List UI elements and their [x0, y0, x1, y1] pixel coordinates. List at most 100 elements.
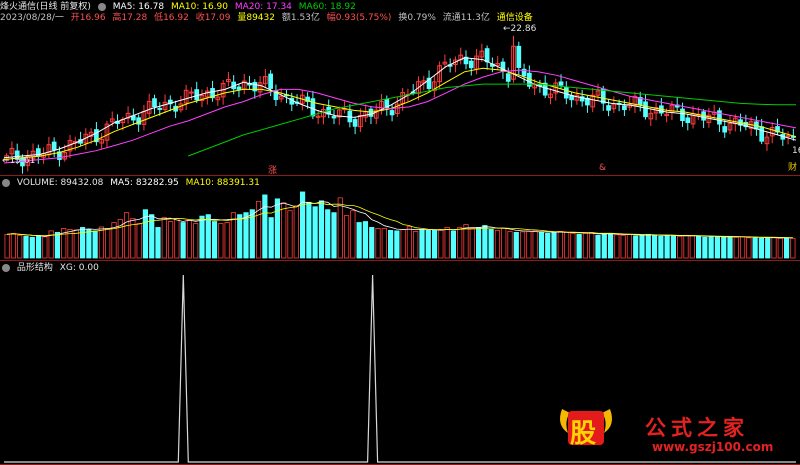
low-annotation: ←15.61	[2, 156, 36, 166]
volume-bar	[325, 209, 331, 259]
volume-bar	[765, 237, 771, 259]
candle-body	[51, 141, 57, 151]
candle-body	[368, 108, 374, 117]
volume-bar	[633, 235, 639, 259]
volume-bar	[582, 232, 589, 259]
volume-bar	[651, 234, 658, 259]
volume-bar	[306, 201, 312, 259]
indicator-header: 品形结构 XG: 0.00	[0, 262, 103, 274]
candle-body	[152, 98, 157, 108]
volume-bar	[695, 235, 702, 259]
candle-body	[189, 91, 194, 94]
high-value: 22.86	[510, 24, 537, 34]
finance-tag[interactable]: 财	[788, 160, 797, 173]
volume-bar	[381, 228, 387, 259]
settings-icon[interactable]	[2, 178, 10, 187]
candle-body	[389, 110, 395, 116]
volume-bar	[331, 212, 337, 259]
volume-bar	[771, 236, 777, 259]
volume-bar	[607, 232, 614, 259]
volume-bar	[714, 236, 721, 259]
volume-bar	[86, 229, 92, 259]
volume-bar	[375, 228, 381, 259]
volume-bar	[463, 224, 469, 259]
candle-body	[194, 89, 200, 101]
volume-bar	[205, 214, 211, 259]
volume-bar	[727, 235, 733, 259]
indicator-name[interactable]: 品形结构	[17, 263, 53, 273]
volume-bar	[670, 235, 677, 259]
volume-bar	[73, 229, 79, 259]
volume-bar	[790, 237, 796, 259]
volume-bar	[180, 222, 186, 259]
volume-bar	[193, 223, 199, 259]
candle-body	[759, 126, 765, 142]
volume-bar	[406, 226, 413, 259]
volume-bar	[658, 235, 664, 259]
volume-bar	[337, 197, 343, 259]
volume-bar	[274, 198, 281, 259]
volume-bar	[601, 233, 607, 259]
volume-bar	[281, 202, 287, 259]
candle-body	[331, 116, 337, 119]
chart-canvas[interactable]	[0, 0, 800, 465]
volume-bar	[199, 215, 205, 259]
volume-bar	[513, 231, 519, 259]
settings-icon[interactable]	[2, 263, 10, 272]
watermark-logo: 股	[556, 403, 616, 451]
volume-bar	[312, 206, 318, 259]
volume-bar	[614, 234, 620, 259]
candle-body	[563, 87, 569, 99]
volume-bar	[494, 229, 501, 259]
volume-bar	[4, 233, 10, 259]
low-value: 15.61	[9, 156, 36, 166]
volume-bar	[186, 220, 193, 259]
volume-bar	[413, 230, 419, 259]
volume-bar	[482, 225, 488, 259]
volume-bar	[35, 235, 42, 259]
candle-body	[505, 73, 511, 82]
volume-bar	[438, 229, 444, 259]
volume-bar	[262, 194, 268, 259]
candle-body	[35, 148, 41, 157]
volume-bar	[450, 230, 457, 259]
right-price-label: 16	[792, 146, 800, 156]
volume-bar	[702, 236, 708, 259]
volume-bar	[563, 231, 570, 259]
volume-bar	[243, 212, 249, 259]
volume-bar	[626, 233, 633, 259]
volume-ma10: MA10: 88391.31	[185, 178, 260, 188]
volume-bar	[362, 221, 369, 259]
logo-char: 股	[570, 419, 597, 449]
watermark-site-name: 公式之家	[645, 415, 749, 440]
candle-body	[622, 105, 627, 111]
volume-bar	[519, 231, 526, 259]
volume-bar	[589, 231, 595, 259]
candle-body	[352, 119, 358, 127]
volume-ma10-line	[7, 202, 793, 239]
volume-bar	[161, 217, 167, 259]
watermark-url: www.gszj100.com	[652, 440, 774, 454]
candle-body	[722, 126, 728, 133]
event-marker: &	[599, 163, 607, 173]
volume-bar	[620, 234, 626, 259]
volume-bar	[136, 223, 142, 259]
volume-ma5: MA5: 83282.95	[110, 178, 179, 188]
candle-body	[236, 86, 242, 90]
volume-bar	[507, 230, 513, 259]
ma-line-ma20	[3, 69, 797, 164]
candle-body	[606, 105, 611, 111]
volume-ma5-line	[7, 201, 793, 239]
candle-body	[268, 73, 273, 89]
high-annotation: ←22.86	[503, 24, 537, 34]
candle-body	[685, 117, 691, 124]
volume-bar	[526, 230, 532, 259]
volume-bar	[457, 227, 463, 259]
volume-bar	[123, 212, 130, 259]
volume-bar	[293, 205, 299, 259]
volume-bar	[595, 234, 601, 259]
volume-bar	[733, 236, 739, 259]
volume-bar	[683, 234, 689, 259]
indicator-xg: XG: 0.00	[59, 263, 99, 273]
volume-bar	[174, 218, 180, 259]
